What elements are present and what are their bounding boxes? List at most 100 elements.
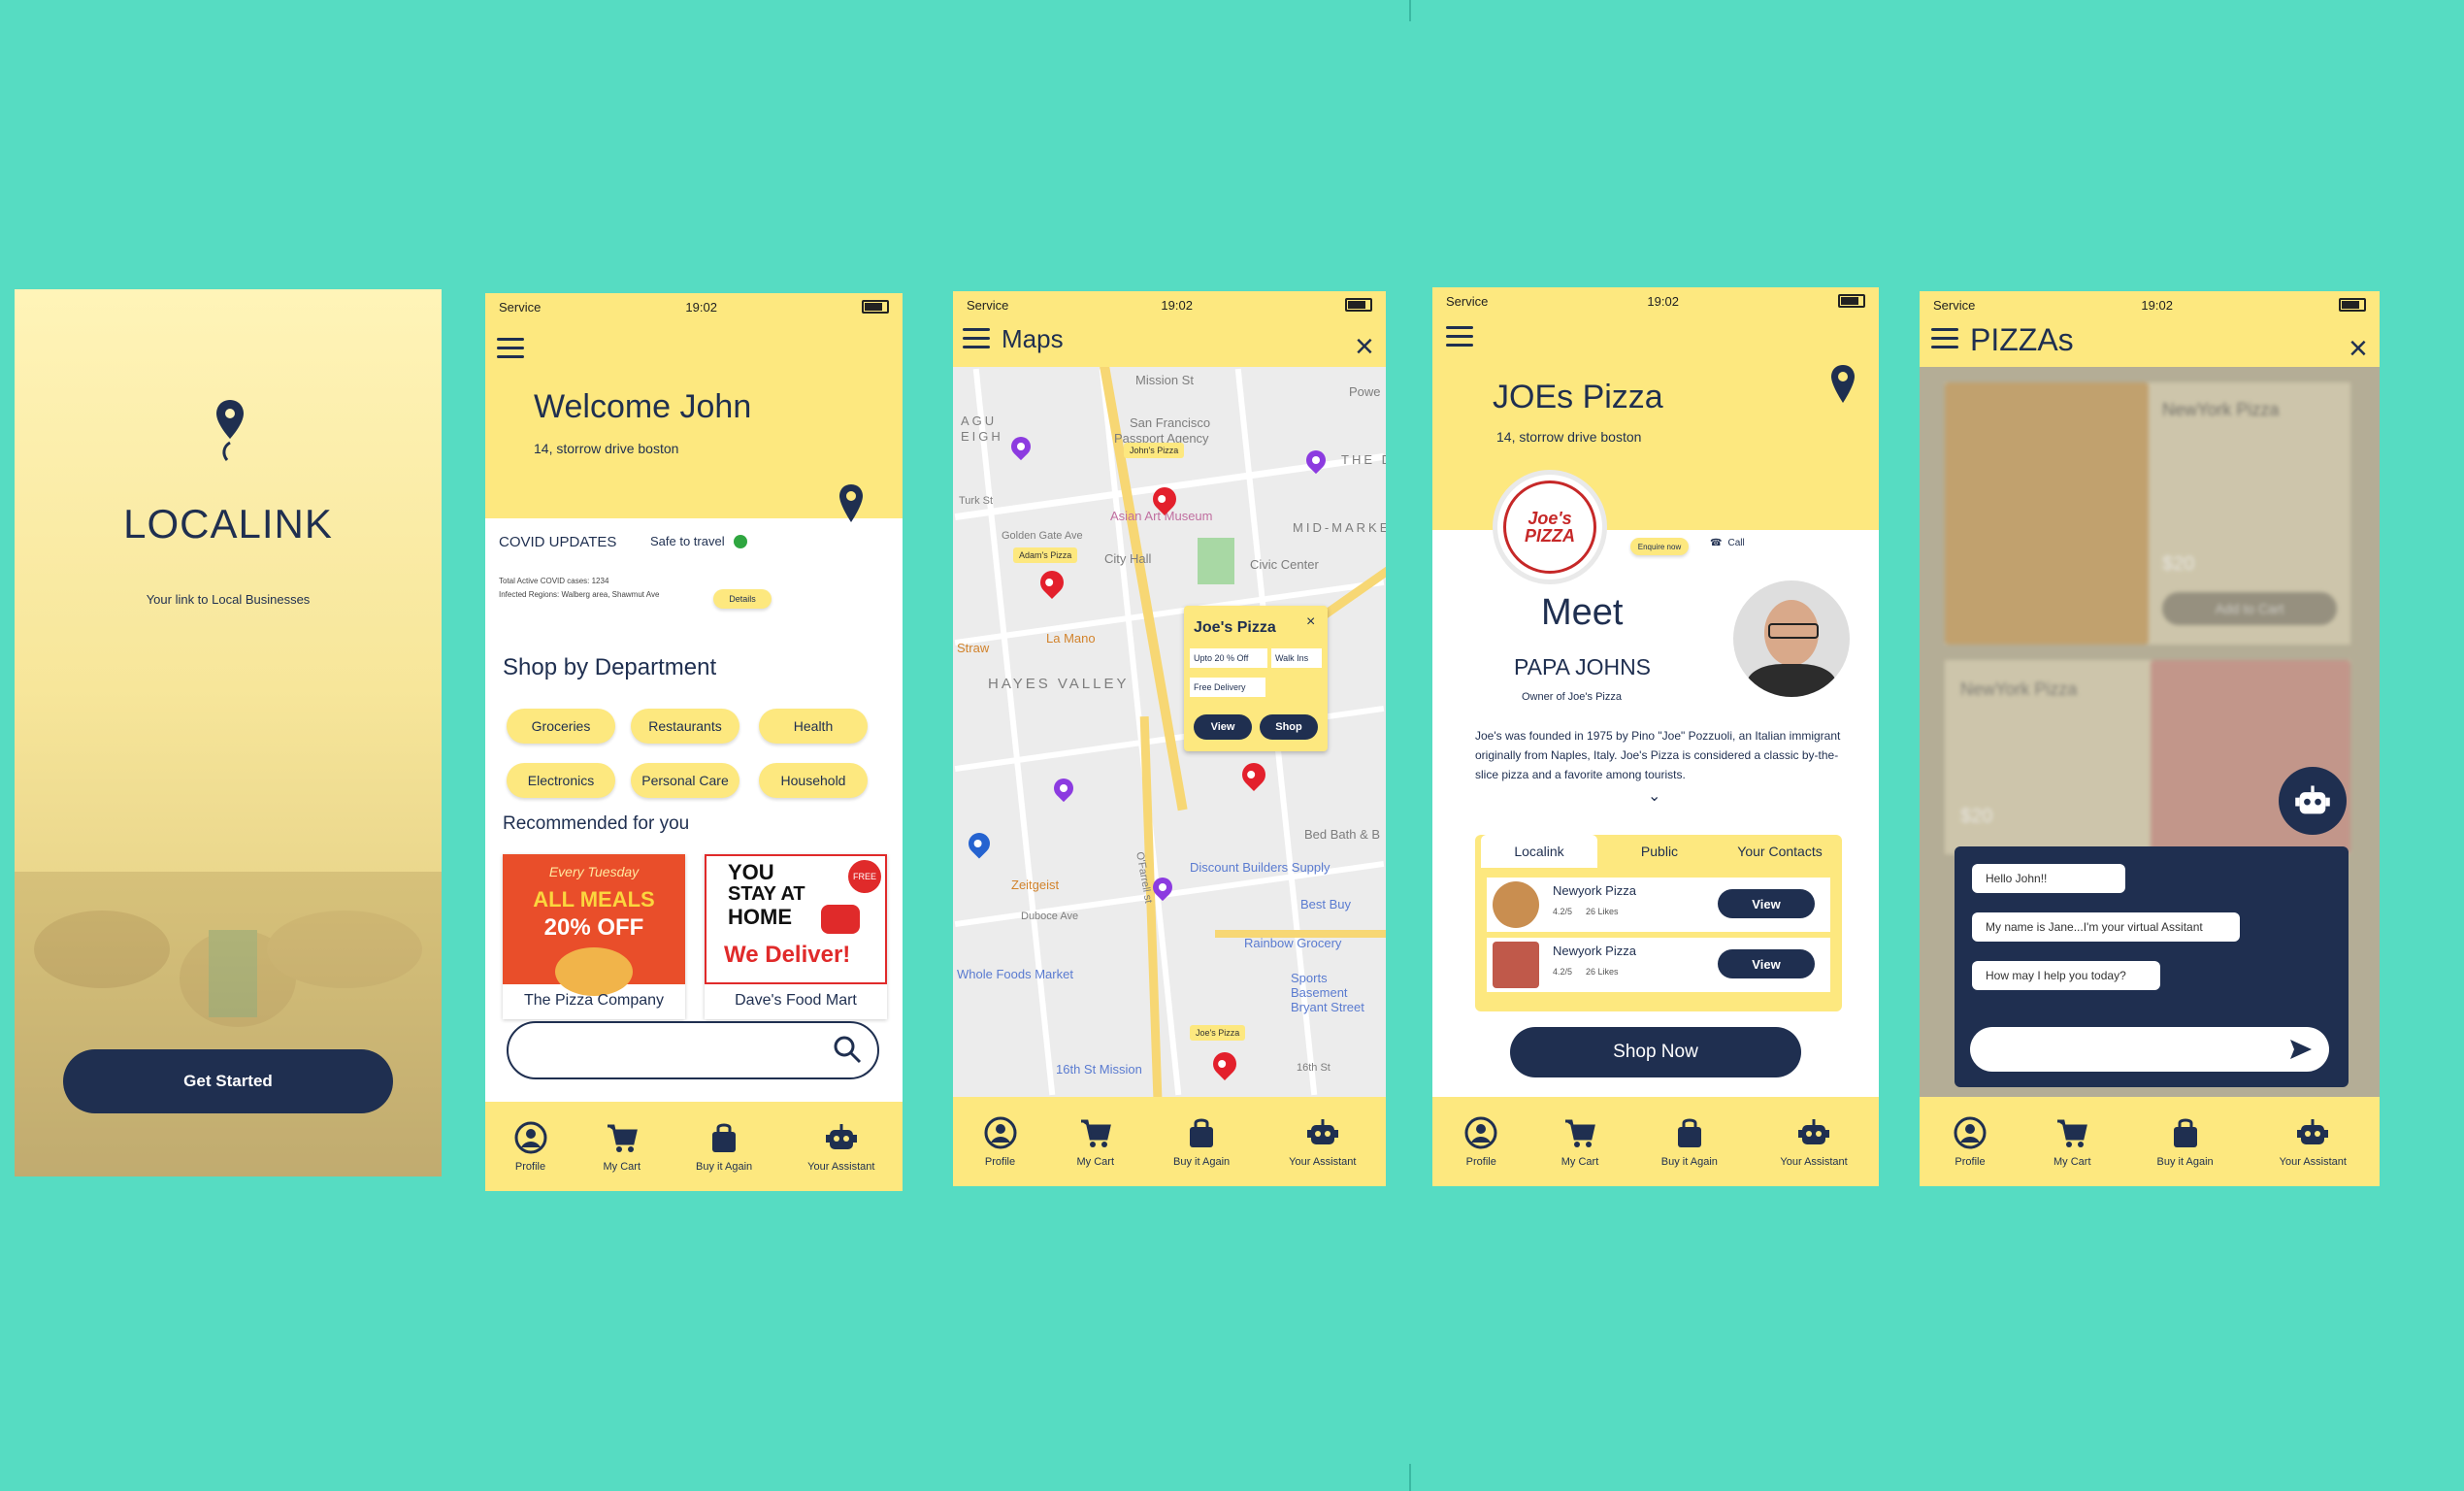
owner-avatar <box>1733 580 1850 697</box>
products-title: PIZZAs <box>1970 322 2074 357</box>
bag-icon <box>712 1123 737 1152</box>
status-bar: Service 19:02 <box>953 291 1386 318</box>
pizza-promo-image: Every Tuesday ALL MEALS 20% OFF <box>503 854 685 996</box>
assistant-button[interactable] <box>2279 767 2347 835</box>
status-bar: Service 19:02 <box>485 293 903 320</box>
send-icon[interactable] <box>2288 1038 2314 1061</box>
pizza-thumbnail <box>1493 881 1539 928</box>
cart-icon <box>1080 1119 1111 1147</box>
city-map[interactable]: Mission St San Francisco Passport Agency… <box>953 367 1386 1097</box>
nav-cart[interactable]: My Cart <box>1561 1115 1598 1168</box>
popup-shop-button[interactable]: Shop <box>1260 714 1318 740</box>
time-label: 19:02 <box>685 299 717 315</box>
cart-icon <box>607 1124 638 1152</box>
profile-icon <box>1464 1116 1497 1149</box>
product-card: NewYork Pizza $20 Add to Cart <box>1945 382 2350 645</box>
nav-buy-again[interactable]: Buy it Again <box>696 1120 752 1173</box>
nav-assistant[interactable]: Your Assistant <box>1780 1115 1848 1168</box>
recommended-card-daves-food-mart[interactable]: YOU STAY AT HOME We Deliver! FREE Dave's… <box>705 854 887 1019</box>
owner-name: PAPA JOHNS <box>1514 654 1652 679</box>
list-item[interactable]: Newyork Pizza 4.2/5 26 Likes View <box>1487 938 1830 992</box>
maps-title: Maps <box>1002 324 1064 353</box>
recommended-card-pizza-company[interactable]: Every Tuesday ALL MEALS 20% OFF The Pizz… <box>503 854 685 1019</box>
pin-label: Adam's Pizza <box>1013 547 1078 563</box>
nav-profile[interactable]: Profile <box>513 1120 548 1173</box>
department-groceries[interactable]: Groceries <box>507 709 615 744</box>
recommended-name: The Pizza Company <box>523 992 665 1009</box>
maps-screen: Service 19:02 Maps × Mission St San Fran… <box>953 291 1386 1186</box>
battery-icon <box>862 300 889 314</box>
robot-icon <box>1798 1119 1830 1144</box>
walkin-tag: Walk Ins <box>1271 648 1322 668</box>
covid-card: COVID UPDATES Safe to travel Total Activ… <box>485 518 776 625</box>
robot-icon <box>2297 1119 2329 1144</box>
list-item[interactable]: Newyork Pizza 4.2/5 26 Likes View <box>1487 878 1830 932</box>
tab-localink[interactable]: Localink <box>1481 835 1597 868</box>
nav-buy-again[interactable]: Buy it Again <box>1173 1115 1230 1168</box>
cart-icon <box>1565 1119 1595 1147</box>
nav-cart[interactable]: My Cart <box>2053 1115 2091 1168</box>
profile-icon <box>514 1121 546 1154</box>
nav-buy-again[interactable]: Buy it Again <box>2157 1115 2214 1168</box>
search-icon[interactable] <box>833 1035 862 1064</box>
map-pin[interactable] <box>1006 432 1035 461</box>
menu-icon[interactable] <box>1446 326 1473 348</box>
menu-icon[interactable] <box>963 328 990 349</box>
delivery-promo-image: YOU STAY AT HOME We Deliver! FREE <box>705 854 887 984</box>
robot-icon <box>2295 785 2330 814</box>
nav-profile[interactable]: Profile <box>1463 1115 1498 1168</box>
nav-buy-again[interactable]: Buy it Again <box>1661 1115 1718 1168</box>
department-health[interactable]: Health <box>759 709 868 744</box>
battery-icon <box>1345 298 1372 312</box>
nav-profile[interactable]: Profile <box>1953 1115 1988 1168</box>
nav-cart[interactable]: My Cart <box>1077 1115 1114 1168</box>
store-title: JOEs Pizza <box>1493 379 1663 415</box>
search-input[interactable] <box>507 1021 879 1079</box>
nav-assistant[interactable]: Your Assistant <box>2280 1115 2347 1168</box>
view-button[interactable]: View <box>1718 889 1815 918</box>
enquire-button[interactable]: Enquire now <box>1630 538 1689 555</box>
department-electronics[interactable]: Electronics <box>507 763 615 798</box>
nav-assistant[interactable]: Your Assistant <box>1289 1115 1356 1168</box>
nav-profile[interactable]: Profile <box>983 1115 1018 1168</box>
chevron-down-icon[interactable]: ⌄ <box>1648 786 1660 806</box>
get-started-button[interactable]: Get Started <box>63 1049 393 1113</box>
chat-input[interactable] <box>1970 1027 2329 1072</box>
covid-cases: Total Active COVID cases: 1234 <box>499 577 609 585</box>
restaurant-pin[interactable] <box>1035 566 1068 599</box>
nav-cart[interactable]: My Cart <box>604 1120 641 1173</box>
restaurant-pin[interactable] <box>1237 758 1270 791</box>
view-button[interactable]: View <box>1718 949 1815 978</box>
call-button[interactable]: ☎ Call <box>1710 538 1745 548</box>
map-pin[interactable] <box>1049 774 1078 803</box>
close-icon[interactable]: × <box>2349 332 2368 365</box>
shop-now-button[interactable]: Shop Now <box>1510 1027 1801 1077</box>
store-logo: Joe's PIZZA <box>1493 470 1607 584</box>
covid-regions: Infected Regions: Walberg area, Shawmut … <box>499 590 660 599</box>
carrier-label: Service <box>499 299 542 315</box>
close-icon[interactable]: × <box>1355 330 1374 363</box>
bag-icon <box>2173 1118 2197 1147</box>
location-pin-icon <box>216 400 244 461</box>
menu-icon[interactable] <box>497 338 524 359</box>
tab-public[interactable]: Public <box>1601 835 1718 868</box>
popup-view-button[interactable]: View <box>1194 714 1252 740</box>
covid-title: COVID UPDATES <box>499 534 617 550</box>
covid-details-button[interactable]: Details <box>713 589 772 609</box>
nav-assistant[interactable]: Your Assistant <box>807 1120 874 1173</box>
department-personal-care[interactable]: Personal Care <box>631 763 739 798</box>
current-location-pin[interactable] <box>964 828 995 859</box>
location-pin-icon <box>1831 365 1855 403</box>
close-icon[interactable]: × <box>1306 613 1315 631</box>
restaurant-pin[interactable] <box>1208 1047 1241 1080</box>
user-address: 14, storrow drive boston <box>534 441 679 456</box>
department-household[interactable]: Household <box>759 763 868 798</box>
menu-icon[interactable] <box>1931 328 1958 349</box>
safe-travel-label: Safe to travel <box>650 534 725 548</box>
tab-your-contacts[interactable]: Your Contacts <box>1722 835 1838 868</box>
store-description: Joe's was founded in 1975 by Pino "Joe" … <box>1475 729 1841 781</box>
recommended-name: Dave's Food Mart <box>735 992 857 1009</box>
bottom-nav: Profile My Cart Buy it Again Your Assist… <box>1432 1097 1879 1186</box>
status-bar: Service 19:02 <box>1920 291 2380 318</box>
department-restaurants[interactable]: Restaurants <box>631 709 739 744</box>
